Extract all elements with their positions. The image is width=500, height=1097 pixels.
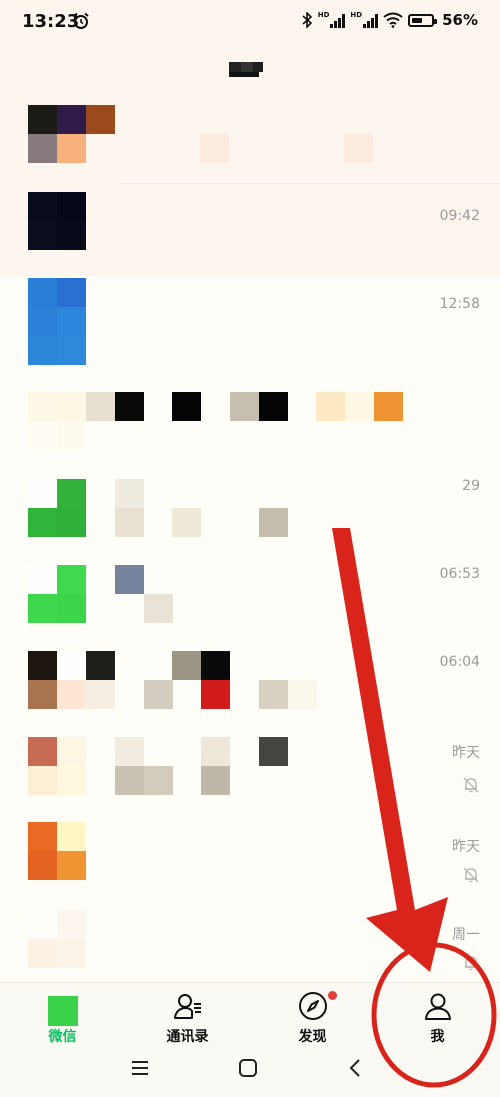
avatar bbox=[28, 910, 86, 968]
menu-icon[interactable] bbox=[130, 1058, 150, 1078]
compass-icon bbox=[298, 992, 327, 1020]
avatar bbox=[28, 822, 86, 880]
bottom-tab-bar: 微信 通讯录 发现 我 bbox=[0, 982, 500, 1045]
avatar bbox=[28, 651, 86, 709]
battery-percent: 56% bbox=[442, 11, 478, 29]
chat-row[interactable]: 12:58 bbox=[0, 276, 500, 376]
tab-discover[interactable]: 发现 bbox=[250, 983, 375, 1045]
title-bar bbox=[0, 46, 500, 96]
status-bar: 13:23 HD HD 56% bbox=[0, 0, 500, 46]
notification-dot bbox=[328, 991, 337, 1000]
hd-tag-2: HD bbox=[350, 11, 363, 19]
tab-chats[interactable]: 微信 bbox=[0, 983, 125, 1045]
chat-time: 06:53 bbox=[439, 566, 480, 582]
chat-row[interactable]: 29 bbox=[0, 464, 500, 552]
tab-label: 微信 bbox=[48, 1029, 77, 1045]
chat-row[interactable] bbox=[0, 96, 500, 184]
chat-row[interactable]: 06:53 bbox=[0, 552, 500, 640]
chat-time: 昨天 bbox=[452, 839, 480, 855]
chat-list[interactable]: 09:42 12:58 29 06:53 06:04 昨天 昨天 周一 bbox=[0, 96, 500, 982]
status-time: 13:23 bbox=[22, 11, 80, 32]
alarm-clock-icon bbox=[73, 12, 89, 29]
battery-icon bbox=[408, 13, 438, 27]
chat-row[interactable]: 06:04 bbox=[0, 640, 500, 728]
home-icon[interactable] bbox=[238, 1058, 258, 1078]
mute-bell-icon bbox=[463, 955, 479, 971]
avatar bbox=[28, 392, 86, 450]
tab-me[interactable]: 我 bbox=[375, 983, 500, 1045]
chat-time: 周一 bbox=[452, 927, 480, 943]
chat-row[interactable]: 周一 bbox=[0, 904, 500, 982]
avatar bbox=[28, 192, 86, 250]
status-icons: HD HD 56% bbox=[302, 11, 478, 29]
chat-row[interactable] bbox=[0, 376, 500, 464]
contacts-icon bbox=[173, 994, 201, 1019]
chat-time: 09:42 bbox=[439, 208, 480, 224]
signal-sim2: HD bbox=[350, 11, 379, 28]
chat-row[interactable]: 09:42 bbox=[0, 184, 500, 276]
chat-row[interactable]: 昨天 bbox=[0, 728, 500, 816]
avatar bbox=[28, 737, 86, 795]
chat-time: 昨天 bbox=[452, 745, 480, 761]
back-icon[interactable] bbox=[346, 1058, 366, 1078]
chat-row[interactable]: 昨天 bbox=[0, 816, 500, 904]
bluetooth-icon bbox=[302, 12, 312, 28]
tab-label: 我 bbox=[430, 1029, 445, 1045]
avatar bbox=[28, 105, 86, 163]
avatar bbox=[28, 479, 86, 537]
wifi-icon bbox=[383, 12, 403, 28]
chat-icon bbox=[47, 996, 78, 1026]
tab-contacts[interactable]: 通讯录 bbox=[125, 983, 250, 1045]
tab-label: 通讯录 bbox=[166, 1029, 209, 1045]
signal-sim1: HD bbox=[318, 12, 346, 28]
system-nav-bar bbox=[0, 1044, 500, 1097]
chat-time: 12:58 bbox=[439, 296, 480, 312]
mute-bell-icon bbox=[463, 867, 479, 883]
hd-tag-1: HD bbox=[317, 11, 330, 19]
avatar bbox=[28, 278, 86, 366]
avatar bbox=[28, 565, 86, 623]
chat-time: 29 bbox=[462, 478, 480, 494]
chat-time: 06:04 bbox=[439, 654, 480, 670]
page-title-pixelated bbox=[229, 58, 267, 78]
mute-bell-icon bbox=[463, 777, 479, 793]
user-icon bbox=[424, 993, 451, 1020]
tab-label: 发现 bbox=[298, 1029, 327, 1045]
